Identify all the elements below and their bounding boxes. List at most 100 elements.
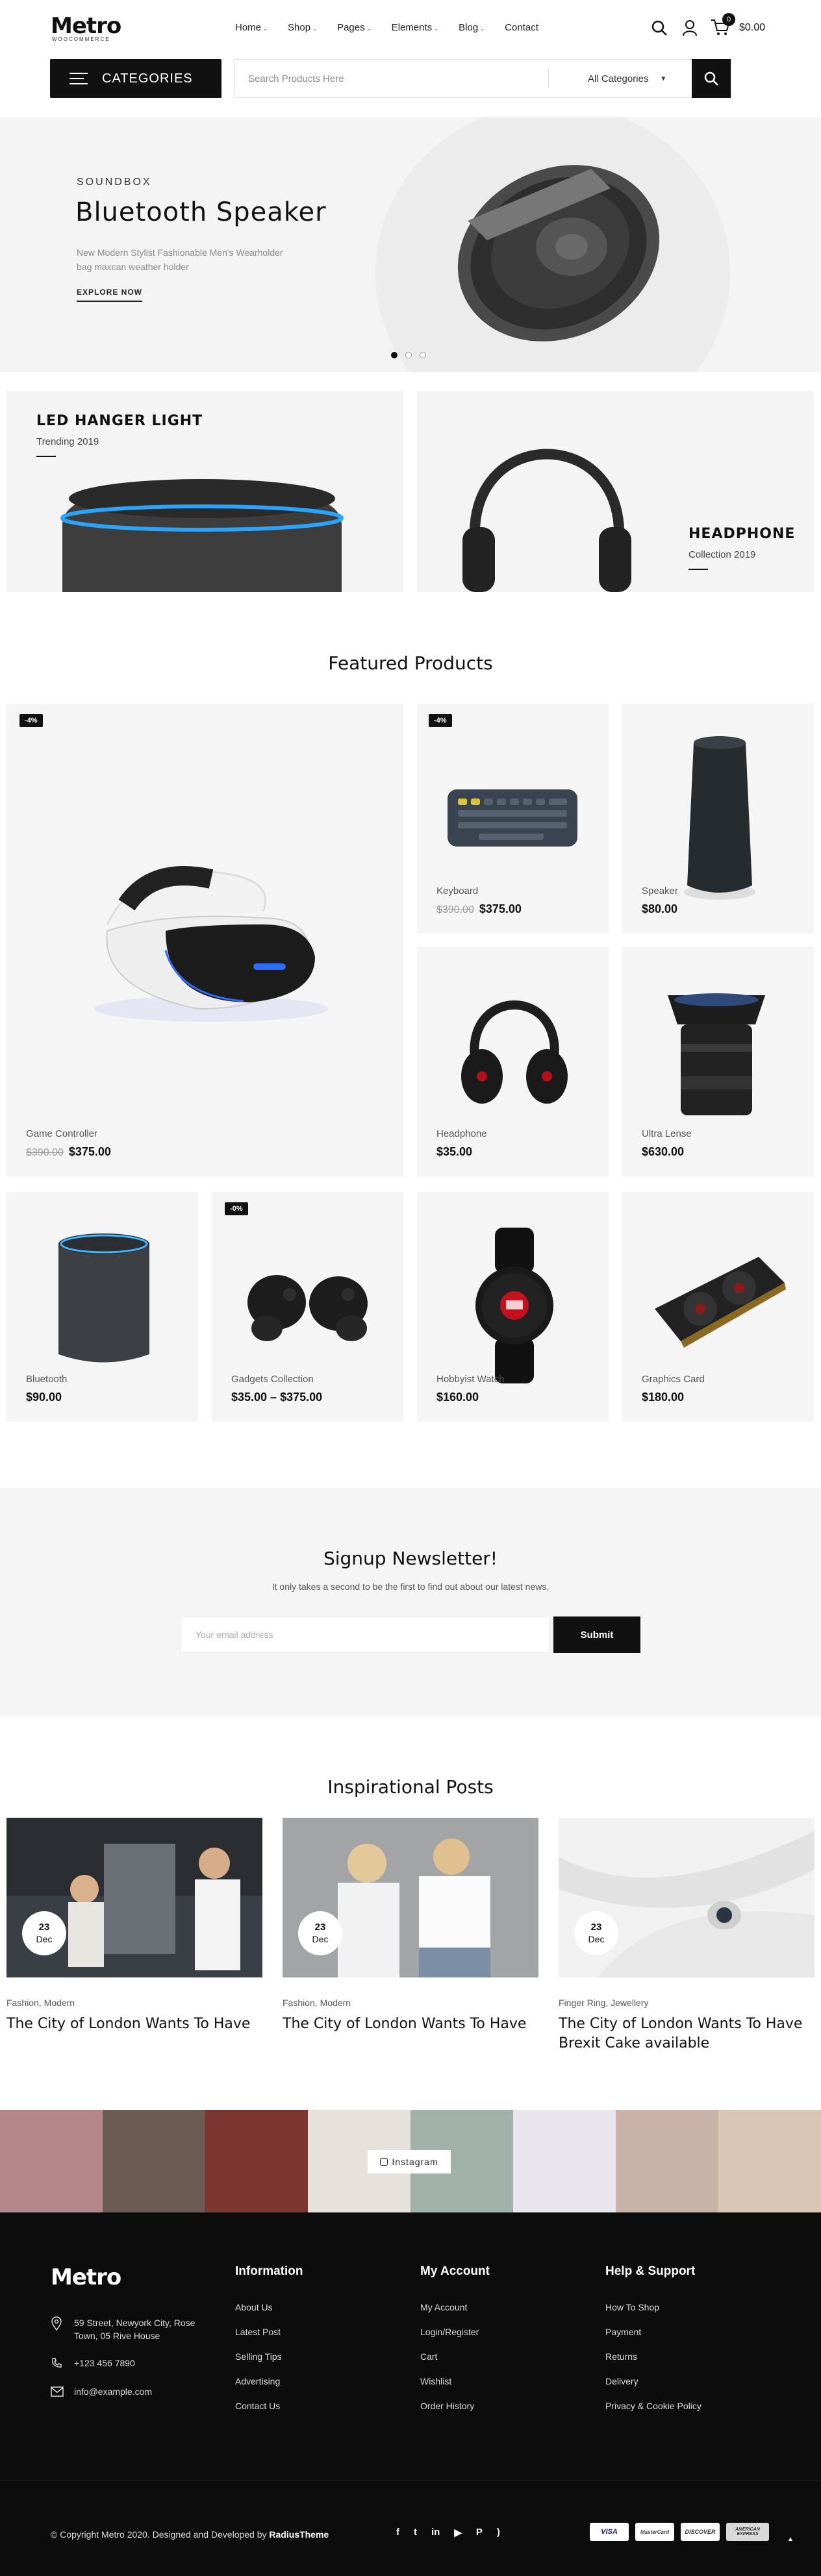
instagram-photo[interactable]	[205, 2110, 308, 2212]
footer-link[interactable]: Order History	[420, 2401, 490, 2411]
footer-link[interactable]: Contact Us	[235, 2401, 303, 2411]
nav-home[interactable]: Home ⌄	[235, 22, 268, 33]
categories-button[interactable]: CATEGORIES	[50, 59, 221, 98]
copyright-brand-link[interactable]: RadiusTheme	[269, 2529, 329, 2540]
product-name[interactable]: Headphone	[436, 1128, 487, 1139]
product-price: $390.00 $375.00	[436, 902, 522, 915]
instagram-photo[interactable]	[616, 2110, 718, 2212]
footer-link[interactable]: About Us	[235, 2302, 303, 2312]
slide-dot[interactable]	[420, 352, 426, 358]
phone-icon	[52, 2358, 62, 2368]
product-price: $80.00	[642, 902, 678, 915]
product-name[interactable]: Hobbyist Watch	[436, 1374, 504, 1385]
footer-link[interactable]: Delivery	[605, 2376, 701, 2386]
footer-column-information: Information About Us Latest Post Selling…	[235, 2264, 303, 2411]
nav-blog[interactable]: Blog ⌄	[459, 22, 485, 33]
featured-title: Featured Products	[328, 652, 493, 674]
nav-pages[interactable]: Pages ⌄	[337, 22, 372, 33]
instagram-photo[interactable]	[718, 2110, 821, 2212]
newsletter-submit-button[interactable]: Submit	[553, 1616, 640, 1653]
search-submit-button[interactable]	[692, 59, 731, 98]
smartwatch-image	[475, 1228, 553, 1383]
product-name[interactable]: Keyboard	[436, 886, 478, 897]
cart-button[interactable]: 0 $0.00	[711, 13, 765, 40]
instagram-photo[interactable]	[513, 2110, 616, 2212]
nav-contact[interactable]: Contact	[505, 22, 538, 33]
blog-post-card[interactable]: 23 Dec Fashion, Modern The City of London…	[283, 1818, 538, 2034]
post-title[interactable]: The City of London Wants To Have	[283, 2014, 538, 2034]
newsletter-email-input[interactable]: Your email address	[181, 1616, 549, 1653]
instagram-link[interactable]: Instagram	[368, 2150, 451, 2174]
nav-elements[interactable]: Elements ⌄	[392, 22, 439, 33]
product-name[interactable]: Game Controller	[26, 1128, 97, 1139]
instagram-photo[interactable]	[103, 2110, 205, 2212]
account-button[interactable]	[682, 19, 698, 40]
site-footer: Metro 59 Street, Newyork City, Rose Town,…	[0, 2212, 821, 2576]
instagram-photo[interactable]	[0, 2110, 103, 2212]
search-toggle[interactable]	[651, 19, 668, 40]
blog-post-card[interactable]: 23 Dec Finger Ring, Jewellery The City of…	[559, 1818, 815, 2053]
search-input[interactable]: Search Products Here	[235, 73, 548, 84]
nav-shop[interactable]: Shop ⌄	[288, 22, 318, 33]
twitter-icon[interactable]: t	[414, 2527, 417, 2538]
footer-column-help: Help & Support How To Shop Payment Retur…	[605, 2264, 701, 2411]
product-name[interactable]: Graphics Card	[642, 1374, 705, 1385]
product-card[interactable]: -4% Game Controller $390.00 $375.00	[6, 704, 403, 1176]
product-card[interactable]: Headphone $35.00	[417, 947, 609, 1176]
category-select[interactable]: All Categories ▼	[549, 73, 692, 84]
product-name[interactable]: Speaker	[642, 886, 678, 897]
footer-link[interactable]: Payment	[605, 2327, 701, 2337]
youtube-icon[interactable]: ▶	[454, 2527, 462, 2538]
blog-post-card[interactable]: 23 Dec Fashion, Modern The City of London…	[6, 1818, 262, 2034]
footer-link[interactable]: Advertising	[235, 2376, 303, 2386]
banner-headphone[interactable]: HEADPHONE Collection 2019	[417, 391, 814, 592]
post-category[interactable]: Fashion, Modern	[283, 1998, 538, 2008]
footer-email[interactable]: info@example.com	[51, 2385, 152, 2398]
product-name[interactable]: Gadgets Collection	[231, 1374, 314, 1385]
post-category[interactable]: Finger Ring, Jewellery	[559, 1998, 815, 2008]
footer-link[interactable]: Login/Register	[420, 2327, 490, 2337]
banner-subtitle: Trending 2019	[36, 436, 99, 447]
site-logo[interactable]: Metro WOOCOMMERCE	[51, 13, 121, 42]
linkedin-icon[interactable]: in	[431, 2527, 440, 2538]
product-name[interactable]: Ultra Lense	[642, 1128, 692, 1139]
post-title[interactable]: The City of London Wants To Have Brexit C…	[559, 2014, 815, 2053]
footer-link[interactable]: Privacy & Cookie Policy	[605, 2401, 701, 2411]
product-card[interactable]: Hobbyist Watch $160.00	[417, 1192, 609, 1422]
product-name[interactable]: Bluetooth	[26, 1374, 67, 1385]
slide-dot[interactable]	[405, 352, 412, 358]
banner-led-light[interactable]: LED HANGER LIGHT Trending 2019	[6, 391, 403, 592]
hero-title: Bluetooth Speaker	[75, 197, 327, 227]
product-card[interactable]: Graphics Card $180.00	[622, 1192, 814, 1422]
footer-link[interactable]: Wishlist	[420, 2376, 490, 2386]
product-card[interactable]: -0% Gadgets Collection $35.00 – $375.00	[212, 1192, 403, 1422]
product-card[interactable]: Speaker $80.00	[622, 704, 814, 934]
footer-link[interactable]: Selling Tips	[235, 2351, 303, 2362]
footer-logo[interactable]: Metro	[51, 2264, 121, 2290]
footer-link[interactable]: How To Shop	[605, 2302, 701, 2312]
discount-badge: -0%	[225, 1202, 248, 1215]
product-card[interactable]: Bluetooth $90.00	[6, 1192, 198, 1422]
camera-lens-image	[668, 993, 765, 1115]
post-category[interactable]: Fashion, Modern	[6, 1998, 262, 2008]
posts-title: Inspirational Posts	[327, 1776, 494, 1798]
product-card[interactable]: Ultra Lense $630.00	[622, 947, 814, 1176]
payment-methods: VISA MasterCard DISCOVER AMERICAN EXPRES…	[590, 2523, 769, 2541]
footer-phone[interactable]: +123 456 7890	[51, 2357, 135, 2370]
rss-icon[interactable]: )	[497, 2527, 500, 2538]
slide-dot[interactable]	[391, 352, 398, 358]
hero-cta-link[interactable]: EXPLORE NOW	[77, 288, 143, 302]
chevron-down-icon: ⌄	[263, 25, 268, 32]
product-price: $180.00	[642, 1391, 685, 1404]
post-title[interactable]: The City of London Wants To Have	[6, 2014, 262, 2034]
footer-link[interactable]: Latest Post	[235, 2327, 303, 2337]
product-card[interactable]: -4% Keyboard $390.00 $375.00	[417, 704, 609, 934]
footer-link[interactable]: My Account	[420, 2302, 490, 2312]
facebook-icon[interactable]: f	[396, 2527, 399, 2538]
pinterest-icon[interactable]: P	[476, 2527, 483, 2538]
footer-link[interactable]: Returns	[605, 2351, 701, 2362]
footer-link[interactable]: Cart	[420, 2351, 490, 2362]
chevron-down-icon: ⌄	[312, 25, 318, 32]
user-icon	[683, 20, 697, 36]
back-to-top-button[interactable]: ▲	[787, 2536, 794, 2543]
